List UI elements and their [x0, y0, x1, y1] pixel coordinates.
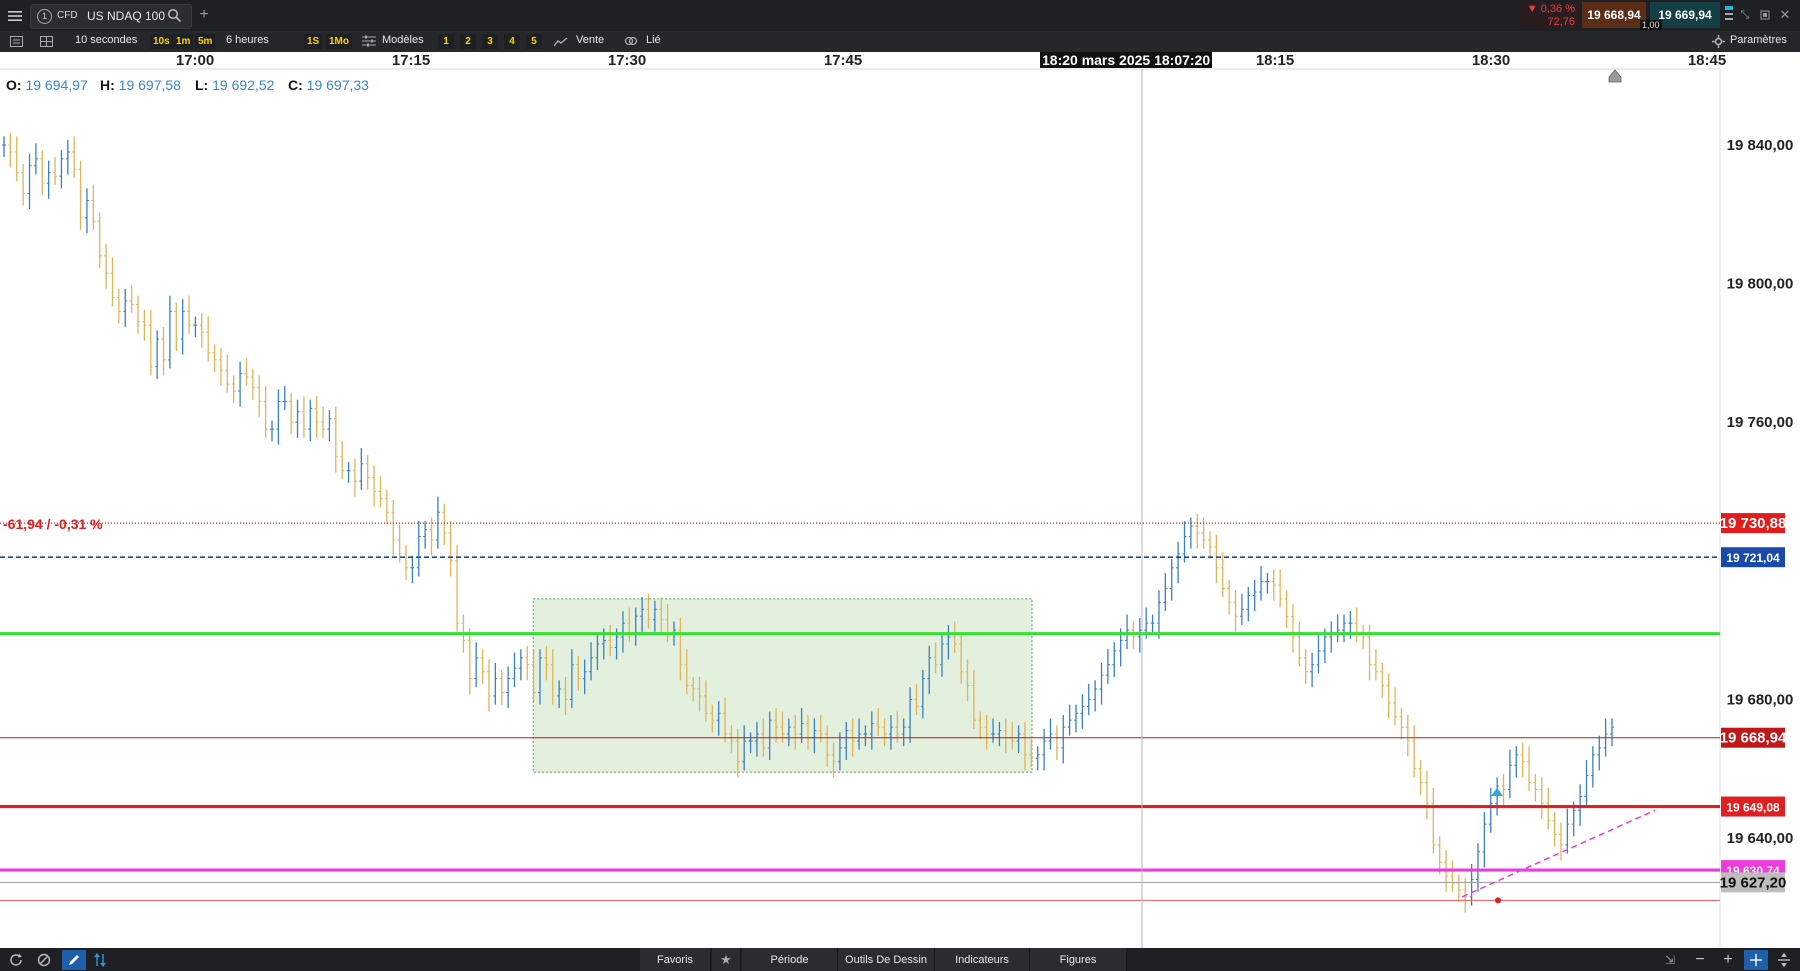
y-axis-tick-label: 19 640,00 — [1727, 830, 1794, 847]
favorites-star-icon[interactable]: ★ — [712, 948, 741, 971]
x-axis-tick-label: 17:30 — [608, 52, 646, 69]
change-percent: ▼ 0,36 % — [1526, 3, 1575, 15]
templates-button[interactable]: Modèles — [382, 34, 424, 46]
minimize-icon[interactable]: ⤡ — [1738, 8, 1752, 22]
zoom-out-icon[interactable]: − — [1692, 951, 1708, 968]
settings-button[interactable]: Paramètres — [1730, 34, 1787, 46]
change-box: ▼ 0,36 % 72,76 — [1520, 2, 1580, 28]
ohlc-open-label: O: — [6, 77, 22, 93]
close-icon[interactable]: ✕ — [1778, 7, 1792, 22]
favorites-button[interactable]: Favoris — [640, 948, 711, 971]
x-axis-tick-label: 18:30 — [1472, 52, 1510, 69]
ohlc-low-value: 19 692,52 — [212, 77, 275, 93]
price-chart[interactable]: 17:00 17:15 17:30 17:45 18:15 18:30 18:45 19 7… — [0, 52, 1800, 948]
range-1w-button[interactable]: 1S — [304, 34, 323, 49]
range-selector[interactable]: 6 heures — [226, 34, 269, 46]
ohlc-close: C: 19 697,33 — [288, 77, 369, 93]
x-axis-tick-label: 17:45 — [824, 52, 862, 69]
instrument-name: US NDAQ 100 — [87, 9, 166, 23]
chart-toolbar: 10 secondes 6 heures Modèles Vente Lié P… — [0, 31, 1800, 52]
x-axis-tick-label: 18:45 — [1688, 52, 1726, 69]
interval-selector[interactable]: 10 secondes — [75, 34, 137, 46]
sell-mode-button[interactable]: Vente — [576, 34, 604, 46]
list-view-icon[interactable] — [8, 34, 24, 49]
instrument-type: CFD — [57, 10, 78, 21]
ohlc-close-label: C: — [288, 77, 303, 93]
templates-icon[interactable] — [362, 35, 376, 50]
tab-number-badge: 1 — [37, 9, 52, 24]
refresh-icon[interactable] — [8, 952, 24, 968]
ohlc-low: L: 19 692,52 — [195, 77, 274, 93]
link-icon[interactable] — [624, 35, 638, 50]
ohlc-low-label: L: — [195, 77, 209, 93]
interval-10s-button[interactable]: 10s — [150, 34, 173, 49]
indicators-button[interactable]: Indicateurs — [935, 948, 1030, 971]
interval-5m-button[interactable]: 5m — [195, 34, 216, 49]
crosshair-icon[interactable] — [1744, 950, 1768, 970]
shrink-icon[interactable]: ⇲ — [1662, 952, 1678, 968]
template-slot-4[interactable]: 4 — [504, 34, 520, 49]
low-marker-dot — [1495, 897, 1501, 904]
y-axis-tick-label: 19 680,00 — [1727, 691, 1794, 708]
pencil-icon[interactable] — [62, 950, 86, 970]
depth-icon[interactable] — [1724, 4, 1734, 26]
change-annotation: -61,94 / -0,31 % — [3, 516, 103, 532]
ohlc-close-value: 19 697,33 — [306, 77, 369, 93]
sort-arrows-icon[interactable] — [92, 952, 108, 968]
ohlc-high: H: 19 697,58 — [100, 77, 181, 93]
figures-button[interactable]: Figures — [1030, 948, 1127, 971]
crosshair-date-time: 20 mars 2025 18:07:20 — [1062, 52, 1211, 68]
y-axis-tick-label: 19 760,00 — [1727, 414, 1794, 431]
change-absolute: 72,76 — [1547, 16, 1575, 28]
price-level-label: 19 721,04 — [1726, 551, 1780, 565]
ohlc-open: O: 19 694,97 — [6, 77, 88, 93]
ohlc-open-value: 19 694,97 — [25, 77, 88, 93]
template-slot-1[interactable]: 1 — [438, 34, 454, 49]
expand-vertical-icon[interactable] — [1776, 952, 1792, 968]
sell-price-button[interactable]: 19 668,94 — [1582, 2, 1646, 28]
y-axis-tick-label: 19 840,00 — [1727, 137, 1794, 154]
add-tab-icon[interactable]: + — [196, 6, 212, 23]
x-axis-tick-label: 17:00 — [176, 52, 214, 69]
consolidation-zone — [532, 598, 1033, 773]
top-bar: 1 CFD US NDAQ 100 + ▼ 0,36 % 72,76 19 66… — [0, 0, 1800, 31]
y-axis-tick-label: 19 800,00 — [1727, 276, 1794, 293]
ohlc-high-value: 19 697,58 — [118, 77, 181, 93]
price-level-label: 19 668,94 — [1720, 730, 1787, 747]
instrument-tab[interactable]: 1 CFD US NDAQ 100 — [30, 4, 192, 29]
x-axis-tick-label: 18:15 — [1256, 52, 1294, 69]
interval-1m-button[interactable]: 1m — [173, 34, 194, 49]
template-slot-5[interactable]: 5 — [526, 34, 542, 49]
ohlc-high-label: H: — [100, 77, 115, 93]
template-slot-2[interactable]: 2 — [460, 34, 476, 49]
layout-grid-icon[interactable] — [38, 34, 54, 49]
crosshair-time-fragment: 18: — [1042, 52, 1063, 68]
x-axis-tick-label: 17:15 — [392, 52, 430, 69]
zoom-in-icon[interactable]: + — [1720, 951, 1736, 968]
price-level-label: 19 730,88 — [1720, 515, 1787, 532]
price-level-label: 19 649,08 — [1726, 801, 1780, 815]
drawing-tools-button[interactable]: Outils De Dessin — [838, 948, 935, 971]
settings-icon[interactable] — [1712, 35, 1725, 51]
price-level-label: 19 627,20 — [1720, 874, 1787, 891]
crosshair-time-label: 18:20 mars 2025 18:07:20 — [1040, 52, 1213, 68]
search-icon[interactable] — [167, 8, 182, 26]
link-button[interactable]: Lié — [646, 34, 661, 46]
restore-icon[interactable] — [1758, 8, 1772, 22]
spread-value: 1,00 — [1640, 20, 1662, 30]
period-button[interactable]: Période — [742, 948, 838, 971]
sell-mode-icon[interactable] — [553, 36, 568, 50]
template-slot-3[interactable]: 3 — [482, 34, 498, 49]
hamburger-icon[interactable] — [6, 8, 24, 24]
hide-drawings-icon[interactable] — [36, 952, 52, 968]
range-1mo-button[interactable]: 1Mo — [326, 34, 352, 49]
